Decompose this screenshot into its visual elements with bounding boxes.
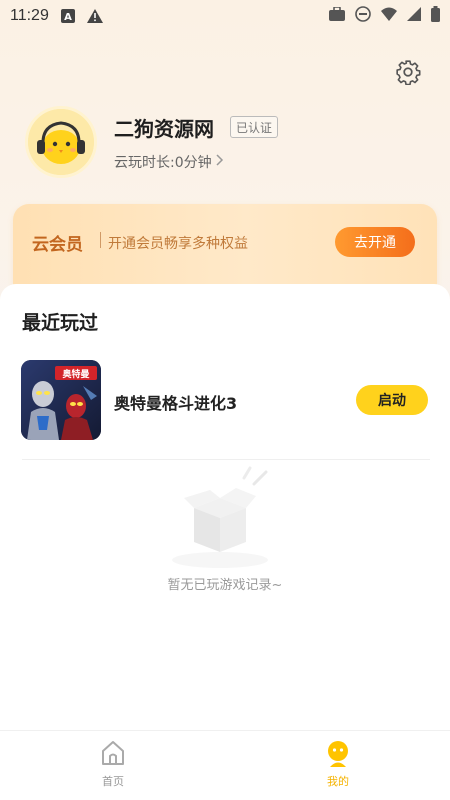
warning-icon [86,9,103,23]
playtime-text: 云玩时长:0分钟 [114,155,212,171]
game-thumbnail[interactable]: 奥特曼 [21,360,101,440]
gear-icon [396,60,421,85]
status-bar: 11:29 A [0,0,450,32]
briefcase-icon [329,6,345,25]
profile-name: 二狗资源网 [114,117,214,141]
list-item[interactable]: 奥特曼 奥特曼格斗进化3 启动 [0,360,450,442]
settings-button[interactable] [394,58,422,86]
divider [22,459,430,460]
status-right-icons [329,6,440,26]
signal-icon [407,7,421,25]
playtime-link[interactable]: 云玩时长:0分钟 [114,152,224,172]
status-time: 11:29 [10,7,49,24]
tab-mine[interactable]: 我的 [308,739,368,795]
vip-description: 开通会员畅享多种权益 [108,236,248,252]
verified-badge: 已认证 [230,116,279,138]
vip-title: 云会员 [32,235,83,255]
tab-bar: 首页 我的 [0,730,450,800]
battery-icon [431,6,440,26]
svg-text:A: A [64,12,72,23]
empty-box-illustration [158,464,288,574]
tab-home-label: 首页 [102,775,124,788]
wifi-icon [381,7,397,25]
svg-text:奥特曼: 奥特曼 [61,368,89,380]
game-name: 奥特曼格斗进化3 [114,394,238,413]
chevron-right-icon [216,154,224,170]
profile-chick-icon [328,741,348,767]
tab-mine-label: 我的 [327,775,349,788]
open-vip-button[interactable]: 去开通 [335,227,415,257]
dnd-icon [355,6,371,26]
a-icon: A [60,9,75,23]
launch-button[interactable]: 启动 [356,385,428,415]
recent-panel: 最近玩过 奥特曼 奥特曼格斗进化3 启动 暂无已玩游戏记录~ [0,284,450,730]
empty-state-text: 暂无已玩游戏记录~ [167,578,283,593]
home-icon [102,741,124,765]
vip-separator [100,232,101,248]
avatar[interactable] [25,106,97,178]
section-title: 最近玩过 [22,312,99,334]
tab-home[interactable]: 首页 [83,739,143,795]
